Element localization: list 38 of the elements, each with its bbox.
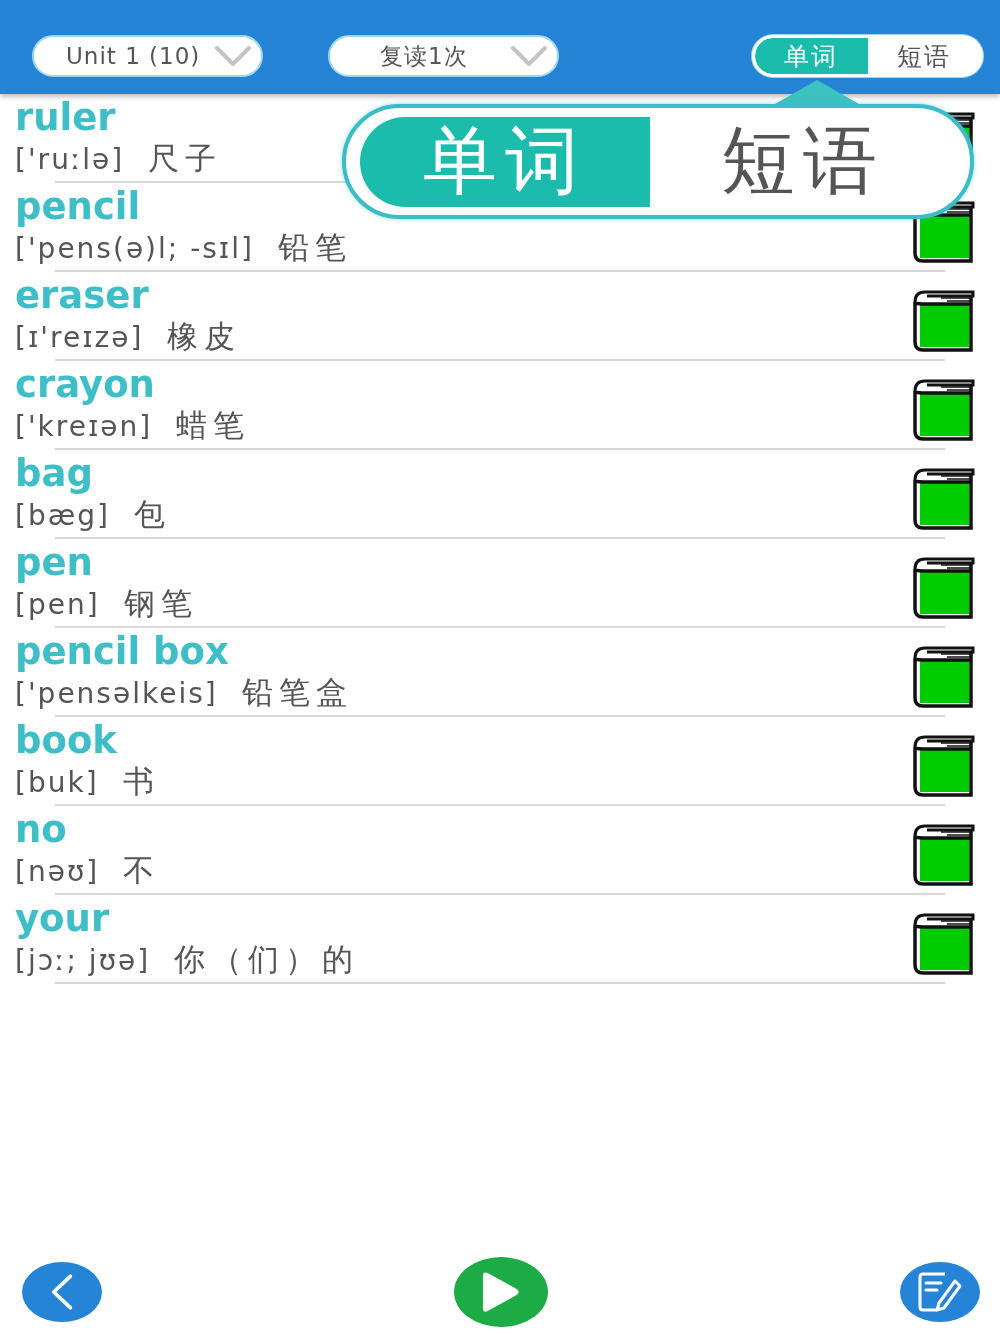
word-text: eraser (15, 274, 149, 317)
word-text: pencil box (15, 630, 229, 673)
word-text: crayon (15, 363, 155, 406)
meaning-text: 书 (122, 761, 160, 800)
phonetic-text: [jɔː; jʊə] (15, 942, 151, 979)
meaning-text: 包 (133, 494, 171, 533)
play-icon (482, 1271, 520, 1313)
chevron-down-icon (215, 45, 251, 67)
unit-dropdown[interactable]: Unit 1 (10) (32, 35, 263, 77)
meaning-text: 钢笔 (123, 583, 198, 622)
chevron-down-icon (511, 45, 547, 67)
phonetic-text: [bæg] (15, 497, 110, 534)
word-text: your (15, 897, 110, 940)
phonetic-text: [nəʊ] (15, 853, 100, 890)
chevron-left-icon (50, 1273, 74, 1311)
phonetic-text: [ɪ'reɪzə] (15, 319, 144, 356)
meaning-text: 不 (123, 850, 161, 889)
meaning-text: 蜡笔 (176, 405, 251, 444)
word-text: ruler (15, 96, 116, 139)
phonetic-text: [buk] (15, 764, 99, 801)
phonetic-text: ['pensəlkeis] (15, 675, 218, 712)
meaning-text: 你（们）的 (174, 939, 360, 978)
word-text: book (15, 719, 117, 762)
meaning-text: 尺子 (148, 138, 223, 177)
word-text: pencil (15, 185, 141, 228)
repeat-dropdown[interactable]: 复读1次 (328, 35, 559, 77)
phonetic-text: [pen] (15, 586, 100, 623)
meaning-text: 铅笔盒 (241, 672, 353, 711)
edit-note-icon (918, 1272, 962, 1312)
meaning-text: 橡皮 (167, 316, 242, 355)
word-text: bag (15, 452, 93, 495)
phonetic-text: ['ruːlə] (15, 141, 125, 178)
phonetic-text: ['pens(ə)l; -sɪl] (15, 230, 254, 267)
hint-tab[interactable]: 短语 (650, 116, 956, 207)
phonetic-text: ['kreɪən] (15, 408, 153, 445)
word-text: no (15, 808, 67, 851)
word-text: pen (15, 541, 93, 584)
meaning-text: 铅笔 (277, 227, 352, 266)
